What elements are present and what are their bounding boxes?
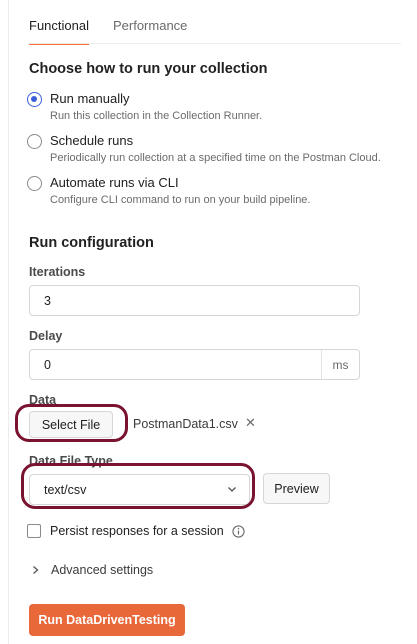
chevron-right-icon (33, 566, 39, 574)
iterations-input[interactable]: 3 (29, 285, 360, 316)
data-file-type-value: text/csv (44, 482, 87, 497)
persist-responses-row[interactable]: Persist responses for a session (27, 524, 245, 538)
preview-button[interactable]: Preview (263, 473, 330, 504)
info-icon[interactable] (232, 524, 245, 538)
selected-file-name: PostmanData1.csv (133, 417, 238, 431)
iterations-value: 3 (44, 293, 51, 308)
tab-performance[interactable]: Performance (113, 18, 187, 45)
run-collection-button[interactable]: Run DataDrivenTesting (29, 604, 185, 636)
runner-tabs: Functional Performance (29, 18, 187, 45)
select-file-button[interactable]: Select File (29, 411, 113, 438)
radio-option-schedule-runs[interactable]: Schedule runs Periodically run collectio… (27, 133, 381, 165)
radio-label: Schedule runs (50, 133, 134, 148)
radio-option-run-manually[interactable]: Run manually Run this collection in the … (27, 91, 262, 123)
advanced-settings-label: Advanced settings (51, 563, 154, 577)
radio-description: Run this collection in the Collection Ru… (50, 110, 263, 122)
advanced-settings-toggle[interactable]: Advanced settings (31, 563, 153, 577)
delay-unit: ms (321, 350, 359, 379)
data-label: Data (29, 393, 57, 407)
tab-functional[interactable]: Functional (29, 18, 89, 45)
radio-label: Automate runs via CLI (50, 175, 179, 190)
panel-left-border (8, 0, 9, 644)
delay-value: 0 (44, 357, 51, 372)
radio-description: Periodically run collection at a specifi… (50, 152, 381, 164)
close-icon[interactable]: ✕ (245, 415, 256, 431)
radio-button-run-manually[interactable] (27, 92, 42, 107)
radio-description: Configure CLI command to run on your bui… (50, 194, 311, 206)
delay-label: Delay (29, 329, 63, 343)
radio-button-automate-cli[interactable] (27, 176, 42, 191)
data-file-type-label: Data File Type (29, 454, 113, 468)
data-file-type-select[interactable]: text/csv (29, 474, 250, 505)
run-configuration-heading: Run configuration (29, 235, 154, 251)
delay-input[interactable]: 0 ms (29, 349, 360, 380)
tabs-divider (29, 43, 401, 44)
radio-button-schedule-runs[interactable] (27, 134, 42, 149)
radio-option-automate-cli[interactable]: Automate runs via CLI Configure CLI comm… (27, 175, 310, 207)
persist-responses-checkbox[interactable] (27, 524, 41, 538)
chevron-down-icon (228, 487, 236, 492)
persist-responses-label: Persist responses for a session (50, 524, 224, 538)
radio-label: Run manually (50, 91, 130, 106)
run-method-heading: Choose how to run your collection (29, 61, 268, 77)
iterations-label: Iterations (29, 265, 86, 279)
